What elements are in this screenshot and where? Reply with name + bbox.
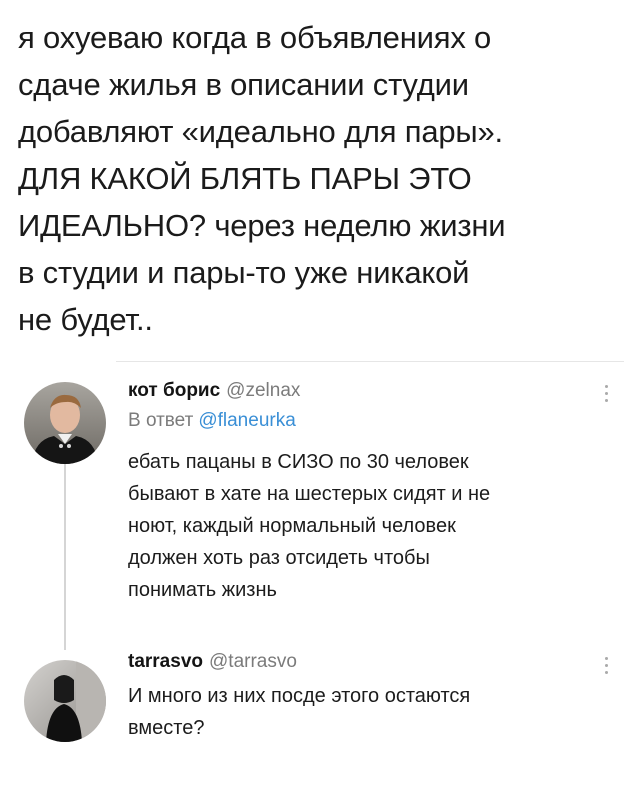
reply-line: бывают в хате на шестерых сидят и не bbox=[128, 483, 491, 505]
reply-line: должен хоть раз отсидеть чтобы bbox=[128, 547, 430, 569]
tweet-line: я охуеваю когда в объявлениях о bbox=[18, 20, 492, 55]
display-name[interactable]: кот борис bbox=[128, 380, 220, 401]
thread-connector-line bbox=[64, 462, 66, 650]
username-handle[interactable]: @tarrasvo bbox=[209, 651, 297, 672]
avatar[interactable] bbox=[24, 382, 106, 464]
display-name[interactable]: tarrasvo bbox=[128, 651, 203, 672]
reply-line: ноют, каждый нормальный человек bbox=[128, 515, 456, 537]
reply-text: И много из них посде этого остаются вмес… bbox=[128, 680, 598, 744]
tweet-line: ИДЕАЛЬНО? через неделю жизни bbox=[18, 208, 506, 243]
tweet-line: сдаче жилья в описании студии bbox=[18, 67, 469, 102]
reply-line: ебать пацаны в СИЗО по 30 человек bbox=[128, 451, 469, 473]
avatar[interactable] bbox=[24, 660, 106, 742]
reply-header: tarrasvo @tarrasvo bbox=[128, 651, 297, 673]
tweet-line: ДЛЯ КАКОЙ БЛЯТЬ ПАРЫ ЭТО bbox=[18, 161, 472, 196]
reply-header: кот борис @zelnax bbox=[128, 380, 300, 402]
tweet-line: не будет.. bbox=[18, 302, 153, 337]
mention-link[interactable]: @flaneurka bbox=[198, 410, 295, 431]
tweet-line: добавляют «идеально для пары». bbox=[18, 114, 503, 149]
avatar-photo-icon bbox=[24, 660, 106, 742]
in-reply-to: В ответ @flaneurka bbox=[128, 410, 296, 432]
avatar-photo-icon bbox=[24, 382, 106, 464]
username-handle[interactable]: @zelnax bbox=[226, 380, 300, 401]
reply-line: И много из них посде этого остаются bbox=[128, 685, 471, 707]
more-vertical-icon[interactable] bbox=[596, 650, 616, 680]
reply-line: понимать жизнь bbox=[128, 579, 277, 601]
divider bbox=[116, 361, 624, 362]
reply-line: вместе? bbox=[128, 717, 205, 739]
more-vertical-icon[interactable] bbox=[596, 378, 616, 408]
reply-text: ебать пацаны в СИЗО по 30 человек бывают… bbox=[128, 446, 598, 606]
tweet-line: в студии и пары-то уже никакой bbox=[18, 255, 470, 290]
in-reply-label: В ответ bbox=[128, 410, 194, 431]
main-tweet-text: я охуеваю когда в объявлениях о сдаче жи… bbox=[18, 14, 622, 343]
